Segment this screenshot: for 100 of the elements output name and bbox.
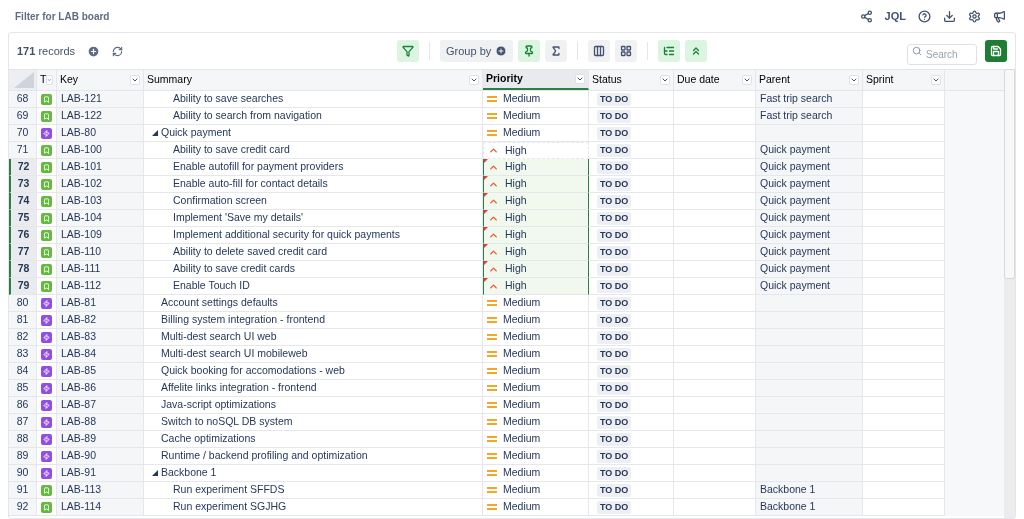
key-cell: LAB-121 [57, 91, 144, 108]
equals-icon [487, 299, 497, 307]
status-lozenge: TO DO [597, 483, 632, 497]
sigma-button[interactable] [545, 40, 568, 62]
save-icon [990, 45, 1002, 57]
search-icon [912, 45, 922, 56]
expand-toggle[interactable] [152, 130, 158, 136]
row-number: 90 [9, 465, 37, 482]
row-number: 85 [9, 380, 37, 397]
columns-button[interactable] [588, 40, 611, 62]
row-number: 74 [9, 193, 37, 210]
equals-icon [487, 129, 497, 137]
key-cell: LAB-86 [57, 380, 144, 397]
summary-text: Enable auto-fill for contact details [173, 176, 328, 192]
equals-icon [487, 316, 497, 324]
summary-text: Ability to save credit card [173, 142, 290, 158]
summary-text: Ability to save credit cards [173, 261, 295, 277]
scrollbar[interactable] [1004, 69, 1015, 518]
save-button[interactable] [985, 40, 1007, 62]
tree-button[interactable] [658, 40, 681, 62]
status-lozenge: TO DO [597, 466, 632, 480]
column-header[interactable]: Key [57, 70, 144, 90]
megaphone-icon[interactable] [993, 9, 1006, 23]
bookmark-icon [41, 93, 52, 105]
dropdown-icon[interactable] [575, 74, 585, 84]
dropdown-icon[interactable] [130, 75, 140, 85]
priority-text: High [505, 143, 527, 158]
column-header[interactable]: Sprint [863, 70, 945, 90]
priority-text: Medium [503, 465, 541, 481]
lightning-icon [41, 450, 52, 462]
status-lozenge: TO DO [597, 160, 632, 174]
status-lozenge: TO DO [597, 143, 632, 157]
add-icon[interactable] [87, 44, 101, 58]
key-cell: LAB-84 [57, 346, 144, 363]
key-cell: LAB-85 [57, 363, 144, 380]
status-lozenge: TO DO [597, 279, 632, 293]
double-chevron-button[interactable] [685, 40, 708, 62]
column-header[interactable]: Due date [674, 70, 756, 90]
download-icon[interactable] [943, 9, 956, 23]
key-cell: LAB-103 [57, 193, 144, 210]
expand-toggle[interactable] [152, 470, 158, 476]
row-number: 71 [9, 142, 37, 159]
key-cell: LAB-114 [57, 499, 144, 516]
summary-text: Java-script optimizations [161, 397, 276, 413]
row-number: 75 [9, 210, 37, 227]
dropdown-icon[interactable] [469, 75, 479, 85]
status-lozenge: TO DO [597, 398, 632, 412]
column-header[interactable]: T [37, 70, 57, 90]
dropdown-icon[interactable] [742, 75, 752, 85]
status-lozenge: TO DO [597, 296, 632, 310]
search-field[interactable]: Search [907, 43, 977, 65]
column-header[interactable]: Priority [483, 70, 589, 90]
key-cell: LAB-91 [57, 465, 144, 482]
key-cell: LAB-113 [57, 482, 144, 499]
row-number: 84 [9, 363, 37, 380]
row-number: 80 [9, 295, 37, 312]
summary-text: Ability to search from navigation [173, 108, 322, 124]
dropdown-icon[interactable] [660, 75, 670, 85]
filter-button[interactable] [397, 40, 419, 62]
equals-icon [487, 452, 497, 460]
row-number: 81 [9, 312, 37, 329]
status-lozenge: TO DO [597, 432, 632, 446]
summary-text: Implement 'Save my details' [173, 210, 304, 226]
row-number: 79 [9, 278, 37, 295]
row-number: 92 [9, 499, 37, 516]
lightning-icon [41, 433, 52, 445]
status-lozenge: TO DO [597, 262, 632, 276]
grid-button[interactable] [615, 40, 638, 62]
row-number: 78 [9, 261, 37, 278]
status-lozenge: TO DO [597, 449, 632, 463]
parent-cell: Fast trip search [756, 108, 863, 125]
priority-text: Medium [503, 363, 541, 379]
priority-text: Medium [503, 108, 541, 124]
dropdown-icon[interactable] [931, 75, 941, 85]
priority-text: High [505, 278, 527, 294]
settings-icon[interactable] [968, 9, 981, 23]
equals-icon [487, 401, 497, 409]
key-cell: LAB-100 [57, 142, 144, 159]
row-number: 77 [9, 244, 37, 261]
group-by-button[interactable]: Group by [440, 40, 514, 62]
lightning-icon [41, 348, 52, 360]
key-cell: LAB-82 [57, 312, 144, 329]
column-header[interactable]: Status [589, 70, 674, 90]
sigma-icon [550, 45, 563, 57]
corner-triangle-icon [14, 72, 34, 88]
priority-text: Medium [503, 329, 541, 345]
summary-text: Multi-dest search UI web [161, 329, 277, 345]
equals-icon [487, 503, 497, 511]
priority-text: High [505, 244, 527, 260]
column-header[interactable]: Parent [756, 70, 863, 90]
share-icon[interactable] [859, 9, 873, 23]
bookmark-icon [41, 246, 52, 258]
dropdown-icon[interactable] [849, 75, 859, 85]
row-number: 88 [9, 431, 37, 448]
jql-button[interactable]: JQL [884, 7, 906, 25]
chevron-up-icon [488, 145, 499, 156]
equals-icon [487, 435, 497, 443]
refresh-icon[interactable] [112, 45, 124, 57]
pin-button[interactable] [518, 40, 541, 62]
help-icon[interactable] [918, 9, 931, 23]
